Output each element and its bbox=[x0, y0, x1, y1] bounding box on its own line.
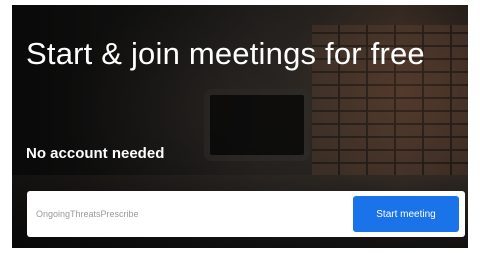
hero-subhead: No account needed bbox=[26, 145, 165, 162]
hero-headline: Start & join meetings for free bbox=[26, 36, 425, 71]
hero-banner: Start & join meetings for free No accoun… bbox=[12, 5, 468, 248]
start-meeting-button[interactable]: Start meeting bbox=[353, 196, 459, 232]
join-meeting-bar: Start meeting bbox=[27, 191, 465, 237]
room-name-input[interactable] bbox=[36, 199, 353, 229]
